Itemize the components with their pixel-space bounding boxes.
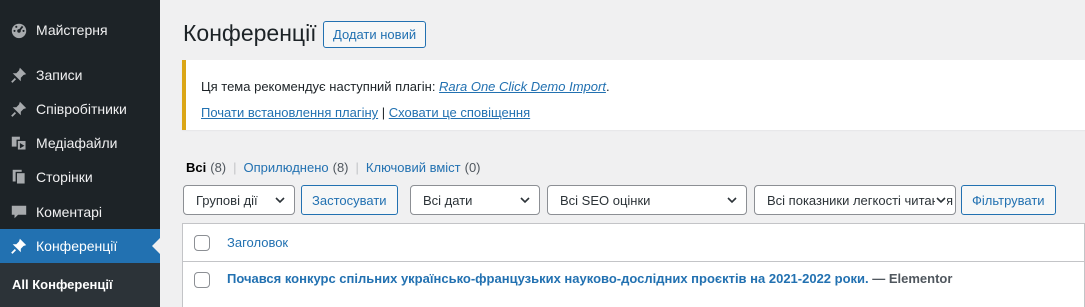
chevron-down-icon [935,194,947,206]
submenu-item-all-conferences[interactable]: All Конференції [12,277,113,292]
readability-filter-select[interactable]: Всі показники легкості читання [754,185,956,215]
dashboard-icon [0,21,36,39]
comment-icon [0,203,36,221]
apply-button[interactable]: Застосувати [301,185,398,215]
sidebar-submenu: All Конференції [0,263,160,307]
sidebar-item-pages[interactable]: Сторінки [0,160,160,194]
chevron-down-icon [727,197,737,204]
view-published-link[interactable]: Оприлюднено [244,160,329,175]
view-separator: | [355,160,359,175]
sidebar-item-comments[interactable]: Коментарі [0,195,160,229]
date-filter-select[interactable]: Всі дати [410,185,540,215]
column-title-header[interactable]: Заголовок [227,235,288,250]
plugin-notice: Ця тема рекомендує наступний плагін: Rar… [182,60,1085,130]
page-title: Конференції [183,20,317,46]
sidebar-item-label: Коментарі [36,204,103,220]
notice-text-suffix: . [605,79,610,94]
bulk-actions-value: Групові дії [196,192,258,208]
notice-actions: Почати встановлення плагіну | Сховати це… [201,105,530,120]
view-separator: | [233,160,237,175]
pin-icon [0,66,36,84]
notice-text-prefix: Ця тема рекомендує наступний плагін: [201,79,440,94]
row-title-link[interactable]: Почався конкурс спільних українсько-фран… [227,271,869,286]
view-all-link[interactable]: Всі [186,160,206,175]
sidebar-item-staff[interactable]: Співробітники [0,92,160,126]
row-title: Почався конкурс спільних українсько-фран… [227,271,952,286]
view-cornerstone-count: (0) [464,160,481,175]
media-icon [0,134,36,152]
seo-filter-select[interactable]: Всі SEO оцінки [547,185,747,215]
add-new-button[interactable]: Додати новий [323,21,427,48]
view-all-count: (8) [210,160,227,175]
sidebar-item-label: Майстерня [36,22,108,38]
pages-icon [0,168,36,186]
plugin-link[interactable]: Rara One Click Demo Import [439,79,606,94]
notice-message: Ця тема рекомендує наступний плагін: Rar… [201,79,610,94]
date-filter-value: Всі дати [423,192,473,208]
pin-icon [0,237,36,255]
chevron-down-icon [520,197,530,204]
row-title-suffix: — Elementor [868,271,953,286]
sidebar-item-label: Співробітники [36,101,127,117]
readability-filter-value: Всі показники легкості читання [767,192,954,208]
table-row: Почався конкурс спільних українсько-фран… [183,262,1084,307]
view-cornerstone-link[interactable]: Ключовий вміст [366,160,461,175]
table-header: Заголовок [183,224,1084,262]
seo-filter-value: Всі SEO оцінки [560,192,651,208]
row-checkbox[interactable] [194,272,210,288]
filter-button[interactable]: Фільтрувати [961,185,1056,215]
main-content: Конференції Додати новий Ця тема рекомен… [160,0,1085,307]
view-published-count: (8) [332,160,349,175]
admin-sidebar: Майстерня Записи Співробітники Медіафайл… [0,0,160,307]
post-status-filter: Всі (8) | Оприлюднено (8) | Ключовий вмі… [186,160,481,175]
select-all-checkbox[interactable] [194,235,210,251]
bulk-actions-select[interactable]: Групові дії [183,185,295,215]
sidebar-item-conferences[interactable]: Конференції [0,229,160,263]
install-plugin-link[interactable]: Почати встановлення плагіну [201,105,378,120]
sidebar-item-label: Медіафайли [36,135,118,151]
chevron-down-icon [275,197,285,204]
sidebar-item-media[interactable]: Медіафайли [0,126,160,160]
sidebar-item-label: Сторінки [36,169,93,185]
dismiss-notice-link[interactable]: Сховати це сповіщення [389,105,530,120]
sidebar-item-label: Записи [36,67,83,83]
sidebar-item-dashboard[interactable]: Майстерня [0,13,160,47]
sidebar-item-posts[interactable]: Записи [0,58,160,92]
sidebar-item-label: Конференції [36,238,118,254]
notice-separator: | [378,105,389,120]
pin-icon [0,100,36,118]
posts-table: Заголовок Почався конкурс спільних украї… [182,223,1085,307]
